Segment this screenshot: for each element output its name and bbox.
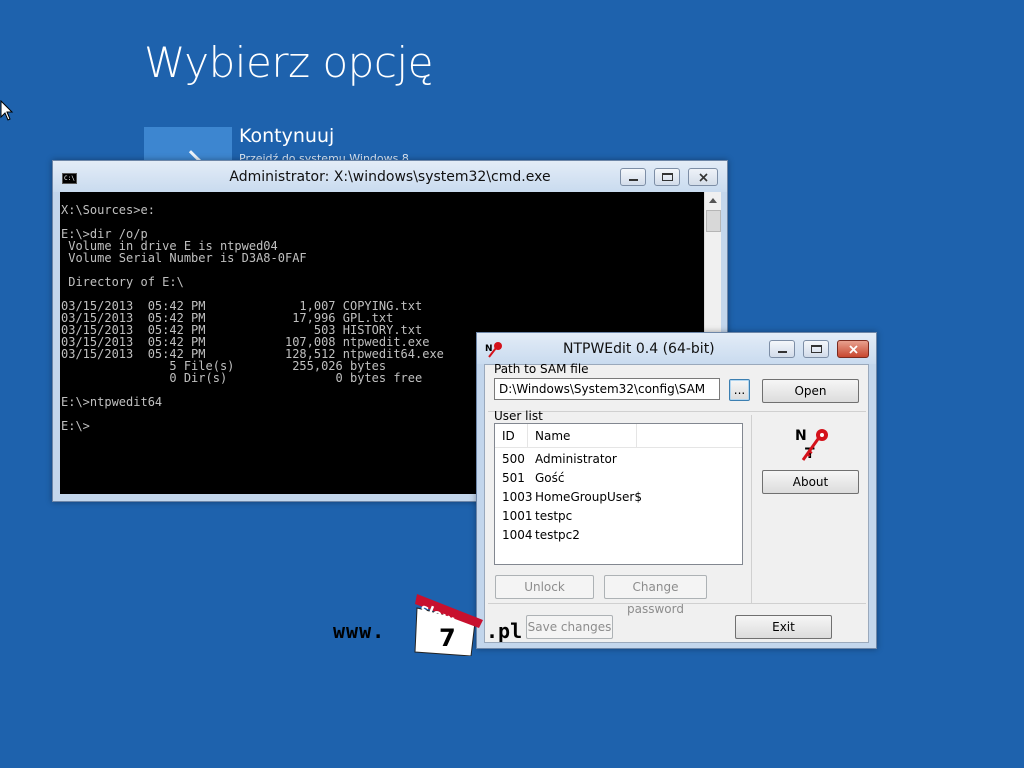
ntpwedit-icon: N [485, 342, 502, 358]
separator [488, 411, 866, 412]
close-icon [699, 173, 708, 182]
column-divider [636, 424, 637, 448]
minimize-icon [629, 179, 638, 181]
user-id: 1004 [502, 528, 533, 542]
list-item[interactable]: 1004 testpc2 [495, 525, 742, 544]
column-header-id[interactable]: ID [502, 429, 515, 443]
mouse-cursor-icon [0, 100, 14, 121]
user-list-label: User list [494, 409, 543, 423]
ntpwedit-titlebar[interactable]: N NTPWEdit 0.4 (64-bit) [477, 333, 876, 364]
maximize-button[interactable] [803, 340, 829, 358]
list-header: ID Name [495, 424, 742, 448]
user-id: 500 [502, 452, 525, 466]
save-changes-button[interactable]: Save changes [526, 615, 613, 639]
user-id: 1003 [502, 490, 533, 504]
open-button[interactable]: Open [762, 379, 859, 403]
maximize-icon [662, 173, 673, 181]
ntpwedit-logo: N T [795, 428, 828, 462]
user-name: Administrator [535, 452, 617, 466]
list-item[interactable]: 1003 HomeGroupUser$ [495, 487, 742, 506]
watermark-logo: slow 7 [414, 594, 483, 656]
user-name: Gość [535, 471, 565, 485]
list-item[interactable]: 1001 testpc [495, 506, 742, 525]
list-item[interactable]: 500 Administrator [495, 449, 742, 468]
user-name: testpc [535, 509, 573, 523]
column-divider [527, 424, 528, 448]
user-list[interactable]: ID Name 500 Administrator 501 Gość 1003 … [494, 423, 743, 565]
ntpwedit-title: NTPWEdit 0.4 (64-bit) [563, 341, 715, 357]
watermark-prefix: www. [333, 619, 386, 643]
minimize-button[interactable] [620, 168, 646, 186]
minimize-button[interactable] [769, 340, 795, 358]
sam-path-input[interactable]: D:\Windows\System32\config\SAM [494, 378, 720, 400]
close-icon [849, 345, 858, 354]
scroll-up-icon[interactable] [709, 198, 717, 203]
ntpwedit-body: Path to SAM file D:\Windows\System32\con… [484, 362, 869, 643]
svg-text:N: N [795, 428, 807, 444]
user-name: testpc2 [535, 528, 580, 542]
svg-text:7: 7 [439, 624, 456, 652]
list-item[interactable]: 501 Gość [495, 468, 742, 487]
maximize-button[interactable] [654, 168, 680, 186]
close-button[interactable] [837, 340, 869, 358]
minimize-icon [778, 351, 787, 353]
close-button[interactable] [688, 168, 718, 186]
maximize-icon [811, 345, 822, 353]
watermark: www. slow 7 .pl [333, 594, 523, 658]
exit-button[interactable]: Exit [735, 615, 832, 639]
change-password-button[interactable]: Change password [604, 575, 707, 616]
scroll-thumb[interactable] [706, 210, 721, 232]
watermark-suffix: .pl [486, 619, 523, 643]
user-id: 501 [502, 471, 525, 485]
about-button[interactable]: About [762, 470, 859, 494]
ntpwedit-window[interactable]: N NTPWEdit 0.4 (64-bit) Path to SAM file… [476, 332, 877, 649]
separator [488, 603, 866, 604]
column-header-name[interactable]: Name [535, 429, 570, 443]
separator [751, 415, 752, 603]
browse-button[interactable]: ... [729, 379, 750, 401]
recovery-title: Wybierz opcję [144, 38, 433, 87]
continue-title[interactable]: Kontynuuj [239, 125, 334, 147]
cmd-titlebar[interactable]: C:\ Administrator: X:\windows\system32\c… [53, 161, 727, 192]
user-name: HomeGroupUser$ [535, 490, 642, 504]
user-id: 1001 [502, 509, 533, 523]
path-label: Path to SAM file [494, 362, 589, 376]
